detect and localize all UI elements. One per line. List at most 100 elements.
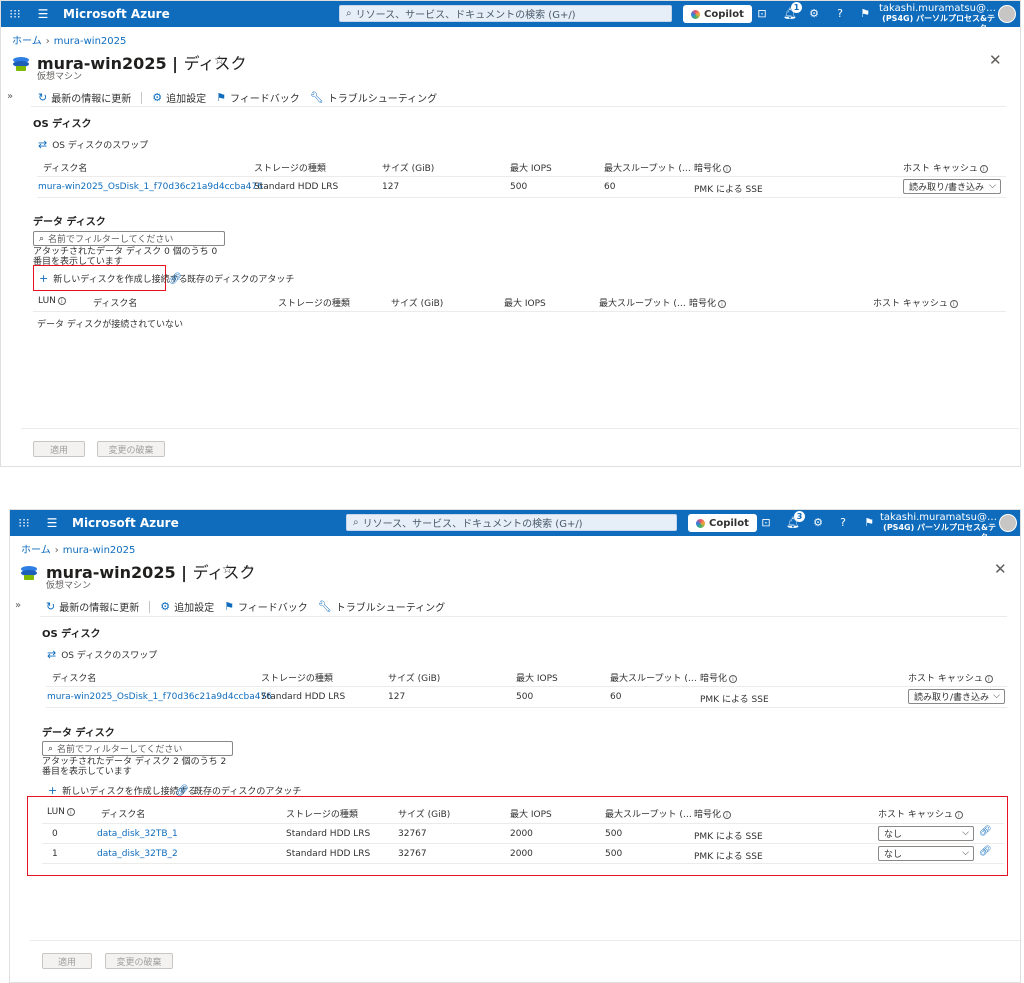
gear-icon: ⚙ <box>152 91 163 104</box>
additional-settings-button[interactable]: ⚙ 追加設定 <box>160 599 214 614</box>
notifications-icon[interactable]: 🔔︎ 3 <box>785 511 805 531</box>
breadcrumb-vm[interactable]: mura-win2025 <box>63 545 136 556</box>
cloud-shell-icon[interactable]: ⊡ <box>758 515 774 531</box>
discard-button[interactable]: 変更の破棄 <box>105 953 173 969</box>
feedback-icon[interactable]: ⚑ <box>857 6 873 22</box>
help-icon[interactable]: ? <box>832 6 848 22</box>
avatar[interactable] <box>998 5 1016 23</box>
feedback-button[interactable]: ⚑ フィードバック <box>216 90 300 105</box>
user-name: takashi.muramatsu@… <box>880 512 997 523</box>
feedback-icon: ⚑ <box>216 91 226 104</box>
attach-existing-disk-button[interactable]: 🔗︎ 既存のディスクのアタッチ <box>168 272 294 285</box>
global-search-input[interactable]: ⌕ リソース、サービス、ドキュメントの検索 (G+/) <box>346 514 677 531</box>
data-col-storage: ストレージの種類 <box>286 810 358 820</box>
apply-button[interactable]: 適用 <box>33 441 85 457</box>
info-icon[interactable]: i <box>979 164 988 173</box>
os-col-cache: ホスト キャッシュ i <box>908 671 993 684</box>
more-icon[interactable]: ··· <box>235 52 246 65</box>
data-col-size: サイズ (GiB) <box>391 299 444 309</box>
notifications-icon[interactable]: 🔔︎ 1 <box>782 2 802 22</box>
data-row-name-link[interactable]: data_disk_32TB_2 <box>97 849 178 859</box>
swap-os-disk-button[interactable]: ⇄ OS ディスクのスワップ <box>47 648 157 661</box>
close-icon[interactable]: ✕ <box>989 51 1002 69</box>
os-disk-storage: Standard HDD LRS <box>254 182 339 192</box>
info-icon[interactable]: i <box>57 296 66 305</box>
info-icon[interactable]: i <box>723 810 732 819</box>
menu-icon[interactable]: ☰ <box>38 516 66 530</box>
os-col-name: ディスク名 <box>43 164 88 174</box>
data-disk-filter-input[interactable]: ⌕ 名前でフィルターしてください <box>42 741 233 756</box>
info-icon[interactable]: i <box>954 810 963 819</box>
command-bar-divider <box>31 106 1006 107</box>
os-cache-select[interactable]: 読み取り/書き込み ⌵ <box>903 179 1001 194</box>
global-search-input[interactable]: ⌕ リソース、サービス、ドキュメントの検索 (G+/) <box>339 5 672 22</box>
info-icon[interactable]: i <box>949 299 958 308</box>
info-icon[interactable]: i <box>729 674 738 683</box>
user-account[interactable]: takashi.muramatsu@… (PS4G) パーソルプロセス&テク… <box>880 512 997 543</box>
help-icon[interactable]: ? <box>835 515 851 531</box>
data-col-name: ディスク名 <box>93 299 138 309</box>
feedback-button[interactable]: ⚑ フィードバック <box>224 599 308 614</box>
user-account[interactable]: takashi.muramatsu@… (PS4G) パーソルプロセス&テク… <box>879 4 996 34</box>
favorite-star-icon[interactable]: ☆ <box>222 562 233 576</box>
additional-settings-button[interactable]: ⚙ 追加設定 <box>152 90 206 105</box>
data-col-storage: ストレージの種類 <box>278 299 350 309</box>
info-icon[interactable]: i <box>984 674 993 683</box>
app-launcher-icon[interactable]: ⁝⁝⁝ <box>10 516 38 530</box>
refresh-button[interactable]: ↻ 最新の情報に更新 <box>46 599 139 614</box>
data-row-divider <box>42 843 1004 844</box>
info-icon[interactable]: i <box>723 164 732 173</box>
info-icon[interactable]: i <box>66 807 75 816</box>
breadcrumb-home[interactable]: ホーム <box>12 36 42 47</box>
search-icon: ⌕ <box>48 743 54 754</box>
os-col-iops: 最大 IOPS <box>516 674 558 684</box>
data-row-cache-select[interactable]: なし ⌵ <box>878 826 974 841</box>
vm-icon <box>21 565 37 581</box>
page-subtitle: 仮想マシン <box>37 72 83 82</box>
breadcrumb-home[interactable]: ホーム <box>21 545 51 556</box>
apply-button[interactable]: 適用 <box>42 953 92 969</box>
link-icon[interactable]: 🔗︎ <box>979 826 992 837</box>
search-icon: ⌕ <box>346 8 352 19</box>
data-col-name: ディスク名 <box>101 810 146 820</box>
settings-icon[interactable]: ⚙ <box>806 6 822 22</box>
command-bar: ↻ 最新の情報に更新 ⚙ 追加設定 ⚑ フィードバック 🔧︎ トラブルシューティング <box>46 599 455 614</box>
os-cache-select[interactable]: 読み取り/書き込み ⌵ <box>908 689 1005 704</box>
link-icon[interactable]: 🔗︎ <box>979 846 992 857</box>
info-icon[interactable]: i <box>718 299 727 308</box>
breadcrumb-vm[interactable]: mura-win2025 <box>54 36 127 47</box>
expand-sidebar-icon[interactable]: » <box>15 600 21 611</box>
copilot-button[interactable]: Copilot <box>688 514 757 532</box>
os-disk-name-link[interactable]: mura-win2025_OsDisk_1_f70d36c21a9d4ccba4… <box>38 182 263 192</box>
azure-brand[interactable]: Microsoft Azure <box>63 7 170 21</box>
data-row-name-link[interactable]: data_disk_32TB_1 <box>97 829 178 839</box>
copilot-button[interactable]: Copilot <box>683 5 752 23</box>
top-screenshot-panel: ⁝⁝⁝ ☰ Microsoft Azure ⌕ リソース、サービス、ドキュメント… <box>0 0 1021 467</box>
data-row-cache-select[interactable]: なし ⌵ <box>878 846 974 861</box>
data-disk-section-title: データ ディスク <box>33 217 106 228</box>
os-disk-name-link[interactable]: mura-win2025_OsDisk_1_f70d36c21a9d4ccba4… <box>47 692 272 702</box>
expand-sidebar-icon[interactable]: » <box>7 91 13 102</box>
troubleshoot-button[interactable]: 🔧︎ トラブルシューティング <box>310 90 437 105</box>
discard-button[interactable]: 変更の破棄 <box>97 441 165 457</box>
command-bar-divider <box>40 616 1007 617</box>
close-icon[interactable]: ✕ <box>994 560 1007 578</box>
feedback-icon[interactable]: ⚑ <box>861 515 877 531</box>
data-disk-filter-input[interactable]: ⌕ 名前でフィルターしてください <box>33 231 225 246</box>
settings-icon[interactable]: ⚙ <box>810 515 826 531</box>
azure-brand[interactable]: Microsoft Azure <box>72 516 179 530</box>
create-and-attach-disk-button[interactable]: + 新しいディスクを作成し接続する <box>39 272 188 285</box>
swap-os-disk-button[interactable]: ⇄ OS ディスクのスワップ <box>38 138 148 151</box>
os-header-divider <box>37 176 1006 177</box>
footer-divider <box>21 428 1019 429</box>
data-col-iops: 最大 IOPS <box>510 810 552 820</box>
refresh-button[interactable]: ↻ 最新の情報に更新 <box>38 90 131 105</box>
data-disk-count: アタッチされたデータ ディスク 2 個のうち 2 番目を表示しています <box>42 757 227 777</box>
app-launcher-icon[interactable]: ⁝⁝⁝ <box>1 7 29 21</box>
avatar[interactable] <box>999 514 1017 532</box>
cloud-shell-icon[interactable]: ⊡ <box>754 6 770 22</box>
more-icon[interactable]: ··· <box>243 561 254 574</box>
favorite-star-icon[interactable]: ☆ <box>214 53 225 67</box>
menu-icon[interactable]: ☰ <box>29 7 57 21</box>
troubleshoot-button[interactable]: 🔧︎ トラブルシューティング <box>318 599 445 614</box>
